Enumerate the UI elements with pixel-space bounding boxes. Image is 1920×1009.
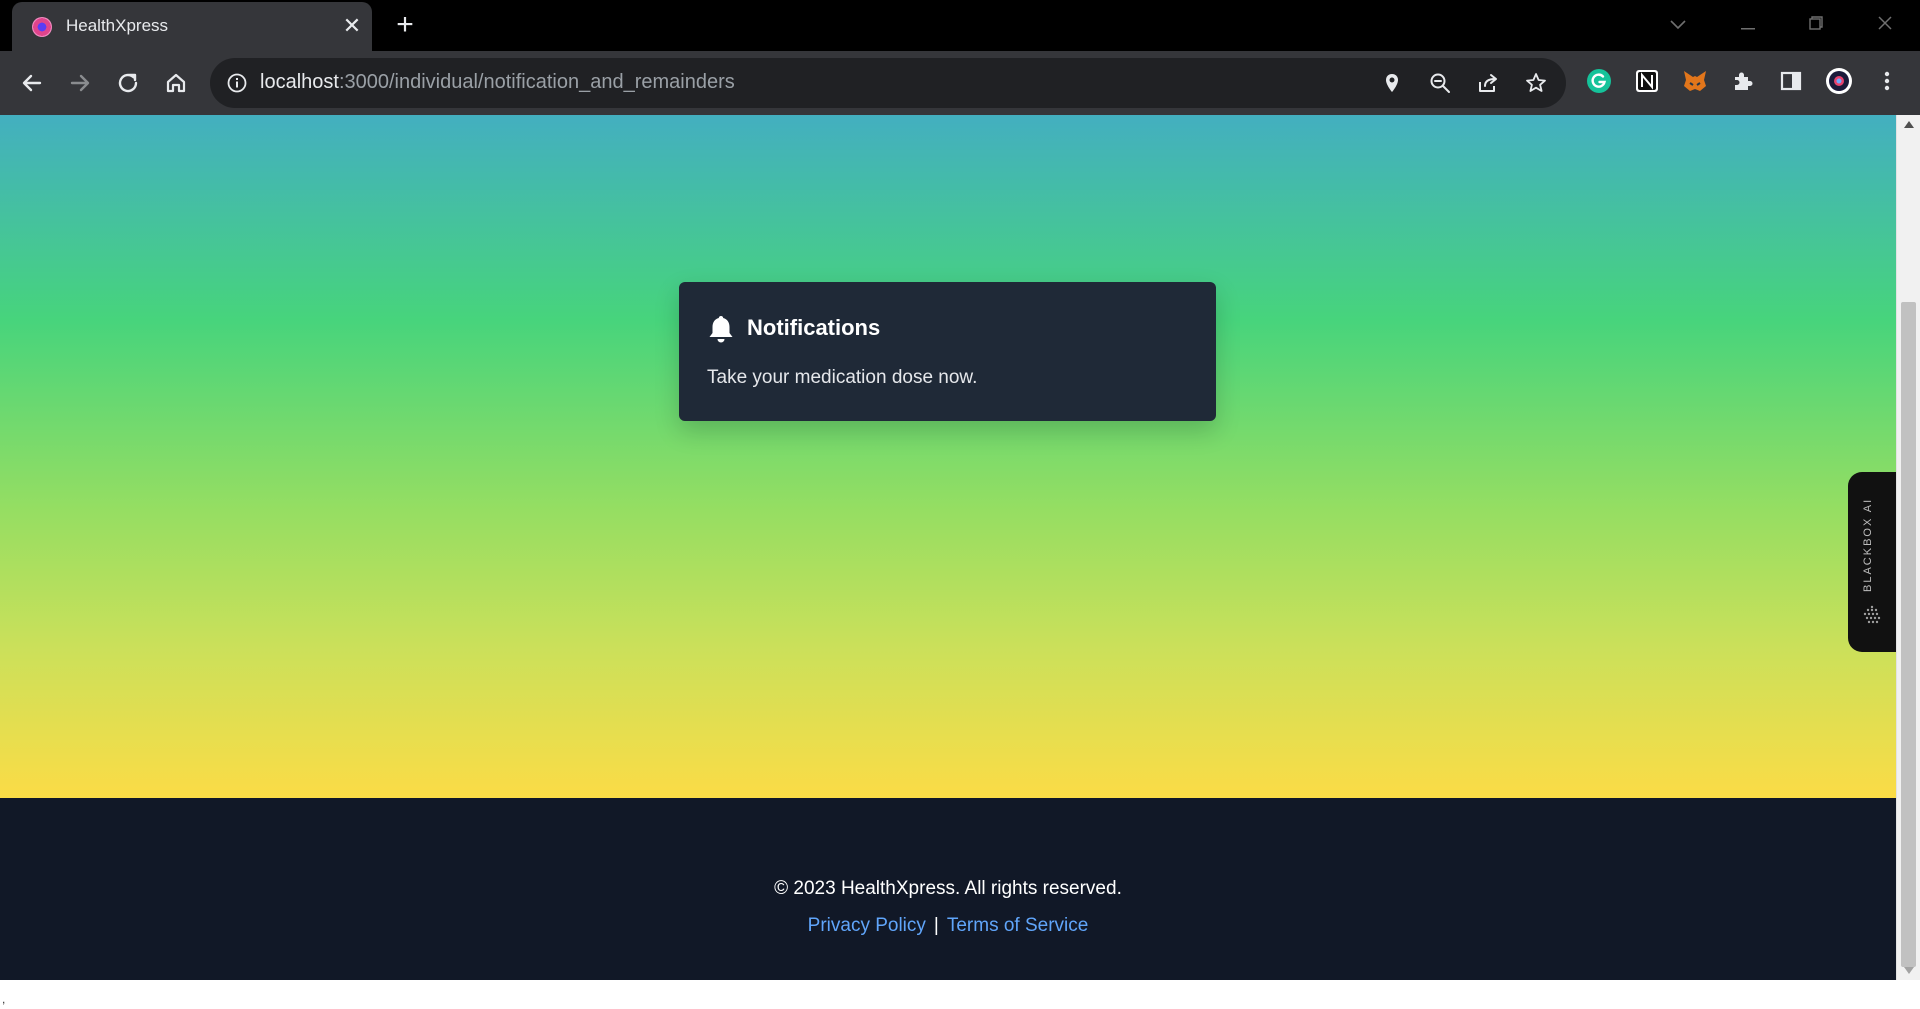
profile-icon[interactable] — [1824, 66, 1854, 96]
address-bar[interactable]: localhost:3000/individual/notification_a… — [210, 58, 1566, 108]
copyright-text: © 2023 HealthXpress. All rights reserved… — [774, 878, 1122, 899]
page-viewport: Notifications Take your medication dose … — [0, 115, 1896, 980]
tab-search-icon[interactable] — [1656, 8, 1700, 40]
page-footer: © 2023 HealthXpress. All rights reserved… — [0, 798, 1896, 980]
minimize-icon[interactable] — [1726, 8, 1770, 40]
grammarly-icon[interactable] — [1584, 66, 1614, 96]
notification-card: Notifications Take your medication dose … — [679, 282, 1216, 421]
browser-toolbar: localhost:3000/individual/notification_a… — [0, 51, 1920, 115]
location-icon[interactable] — [1380, 71, 1404, 95]
url-host: localhost — [260, 71, 339, 93]
restore-icon[interactable] — [1794, 8, 1838, 40]
browser-tab[interactable]: HealthXpress ✕ — [12, 2, 372, 51]
blackbox-ai-label: BLACKBOX AI — [1862, 497, 1874, 593]
blackbox-logo-icon — [1861, 604, 1883, 626]
bottom-mark: , — [2, 992, 6, 1006]
notification-message: Take your medication dose now. — [707, 367, 978, 388]
scroll-down-arrow-icon[interactable] — [1904, 967, 1914, 974]
menu-icon[interactable] — [1872, 66, 1902, 96]
terms-of-service-link[interactable]: Terms of Service — [947, 915, 1088, 936]
url-path: :3000/individual/notification_and_remain… — [338, 71, 735, 93]
metamask-icon[interactable] — [1680, 66, 1710, 96]
url-text[interactable]: localhost:3000/individual/notification_a… — [260, 71, 735, 94]
share-icon[interactable] — [1476, 71, 1500, 95]
bell-icon — [707, 314, 735, 344]
back-icon[interactable] — [16, 67, 48, 99]
zoom-out-icon[interactable] — [1428, 71, 1452, 95]
star-icon[interactable] — [1524, 71, 1548, 95]
footer-separator: | — [933, 915, 939, 936]
notion-icon[interactable] — [1632, 66, 1662, 96]
page-scrollbar[interactable] — [1896, 115, 1920, 980]
tab-title: HealthXpress — [66, 16, 169, 35]
home-icon[interactable] — [160, 67, 192, 99]
favicon-icon — [32, 17, 52, 37]
sidepanel-icon[interactable] — [1776, 66, 1806, 96]
close-tab-icon[interactable]: ✕ — [338, 12, 366, 40]
notifications-title: Notifications — [747, 315, 881, 340]
scroll-up-arrow-icon[interactable] — [1904, 121, 1914, 128]
forward-icon[interactable] — [64, 67, 96, 99]
blackbox-ai-tab[interactable]: BLACKBOX AI — [1848, 472, 1896, 652]
new-tab-icon[interactable]: + — [390, 10, 420, 41]
extensions-icon[interactable] — [1728, 66, 1758, 96]
reload-icon[interactable] — [112, 67, 144, 99]
close-window-icon[interactable] — [1863, 8, 1907, 40]
browser-titlebar: HealthXpress ✕ + — [0, 0, 1920, 51]
info-icon[interactable] — [226, 72, 248, 94]
hero-gradient-section: Notifications Take your medication dose … — [0, 115, 1896, 798]
bottom-strip: , — [0, 980, 1896, 1009]
scrollbar-thumb[interactable] — [1901, 302, 1916, 967]
privacy-policy-link[interactable]: Privacy Policy — [808, 915, 926, 936]
footer-links: Privacy Policy | Terms of Service — [0, 915, 1896, 937]
